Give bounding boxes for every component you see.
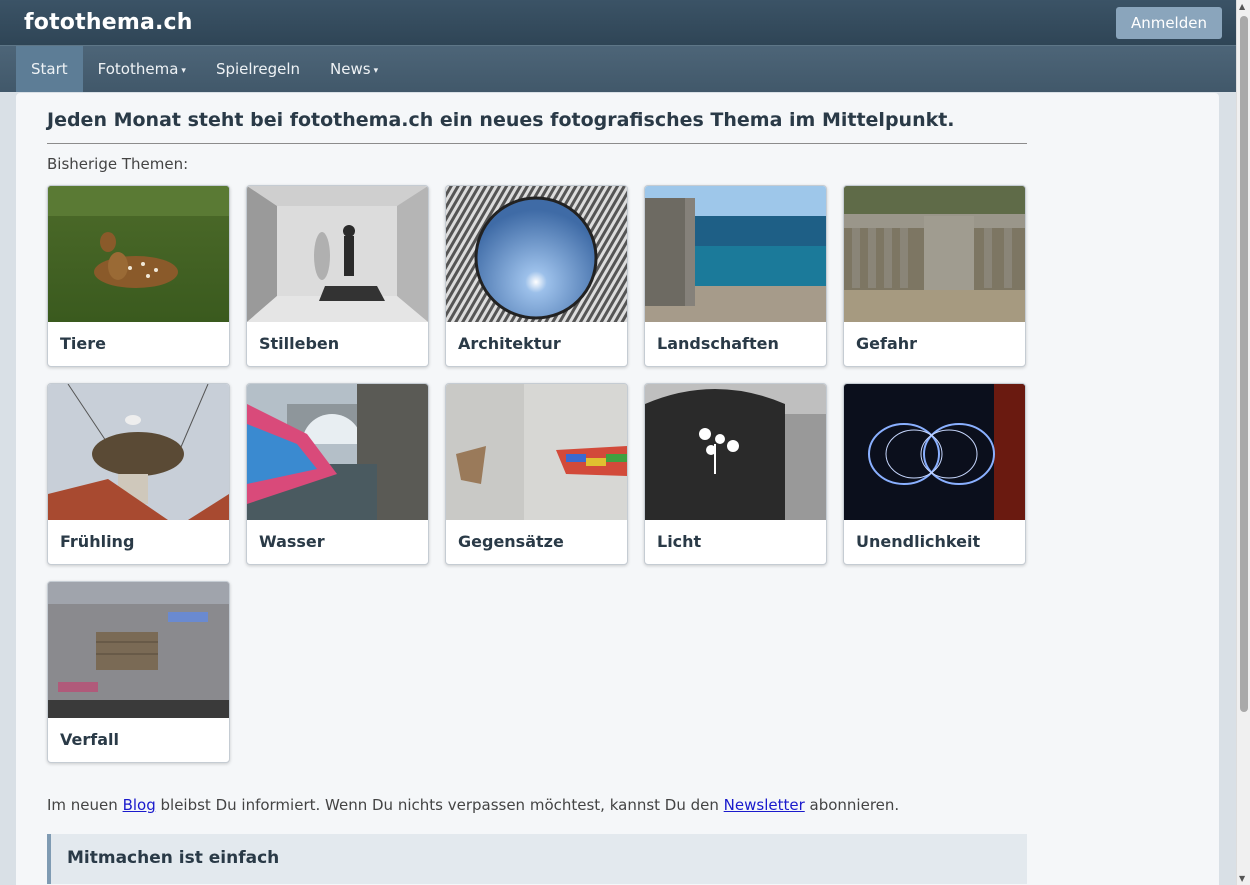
theme-thumbnail bbox=[48, 186, 229, 322]
caret-down-icon: ▾ bbox=[181, 66, 186, 76]
theme-card-label: Architektur bbox=[458, 334, 561, 353]
theme-thumbnail bbox=[844, 186, 1025, 322]
theme-card-label: Frühling bbox=[60, 532, 135, 551]
theme-card-landschaften[interactable]: Landschaften bbox=[644, 185, 827, 367]
blog-link[interactable]: Blog bbox=[123, 796, 156, 814]
theme-thumbnail bbox=[446, 384, 627, 520]
vertical-scrollbar[interactable]: ▲ ▼ bbox=[1236, 0, 1250, 885]
theme-card-gegensaetze[interactable]: Gegensätze bbox=[445, 383, 628, 565]
theme-thumbnail bbox=[446, 186, 627, 322]
nav-item-news[interactable]: News ▾ bbox=[315, 46, 393, 92]
main-nav: Start Fotothema ▾ Spielregeln News ▾ bbox=[0, 45, 1236, 92]
nav-item-label: Spielregeln bbox=[215, 60, 301, 78]
callout-title: Mitmachen ist einfach bbox=[67, 848, 280, 868]
nav-item-start[interactable]: Start bbox=[16, 46, 83, 92]
login-button[interactable]: Anmelden bbox=[1115, 6, 1222, 39]
info-text-part: Im neuen bbox=[47, 796, 123, 814]
theme-thumbnail bbox=[247, 384, 428, 520]
theme-card-architektur[interactable]: Architektur bbox=[445, 185, 628, 367]
nav-item-label: News bbox=[330, 60, 371, 78]
theme-thumbnail bbox=[844, 384, 1025, 520]
info-text: Im neuen Blog bleibst Du informiert. Wen… bbox=[47, 796, 1188, 814]
themes-grid: Tiere Stilleben Architektur Landschaften… bbox=[47, 185, 1027, 763]
theme-card-label: Licht bbox=[657, 532, 702, 551]
newsletter-link[interactable]: Newsletter bbox=[724, 796, 805, 814]
top-bar: fotothema.ch Anmelden bbox=[0, 0, 1236, 45]
theme-thumbnail bbox=[645, 186, 826, 322]
theme-thumbnail bbox=[645, 384, 826, 520]
theme-card-label: Tiere bbox=[60, 334, 106, 353]
theme-card-verfall[interactable]: Verfall bbox=[47, 581, 230, 763]
scrollbar-thumb[interactable] bbox=[1240, 16, 1248, 712]
theme-card-label: Landschaften bbox=[657, 334, 779, 353]
theme-card-wasser[interactable]: Wasser bbox=[246, 383, 429, 565]
theme-thumbnail bbox=[247, 186, 428, 322]
caret-down-icon: ▾ bbox=[373, 66, 379, 76]
nav-item-label: Fotothema bbox=[97, 60, 179, 78]
theme-card-gefahr[interactable]: Gefahr bbox=[843, 185, 1026, 367]
main-content: Jeden Monat steht bei fotothema.ch ein n… bbox=[16, 93, 1219, 885]
theme-thumbnail bbox=[48, 384, 229, 520]
theme-card-unendlichkeit[interactable]: Unendlichkeit bbox=[843, 383, 1026, 565]
theme-card-tiere[interactable]: Tiere bbox=[47, 185, 230, 367]
theme-card-label: Gefahr bbox=[856, 334, 918, 353]
themes-subheading: Bisherige Themen: bbox=[47, 155, 189, 173]
page-headline: Jeden Monat steht bei fotothema.ch ein n… bbox=[47, 109, 1027, 144]
theme-card-licht[interactable]: Licht bbox=[644, 383, 827, 565]
theme-card-stilleben[interactable]: Stilleben bbox=[246, 185, 429, 367]
theme-card-label: Stilleben bbox=[259, 334, 340, 353]
theme-card-fruehling[interactable]: Frühling bbox=[47, 383, 230, 565]
nav-item-label: Start bbox=[31, 60, 68, 78]
theme-card-label: Verfall bbox=[60, 730, 119, 749]
scroll-up-icon[interactable]: ▲ bbox=[1239, 2, 1245, 11]
callout-box: Mitmachen ist einfach bbox=[47, 834, 1027, 884]
scroll-down-icon[interactable]: ▼ bbox=[1239, 874, 1245, 883]
nav-item-fotothema[interactable]: Fotothema ▾ bbox=[83, 46, 201, 92]
info-text-part: bleibst Du informiert. Wenn Du nichts ve… bbox=[155, 796, 724, 814]
theme-thumbnail bbox=[48, 582, 229, 718]
info-text-part: abonnieren. bbox=[804, 796, 900, 814]
theme-card-label: Gegensätze bbox=[458, 532, 564, 551]
theme-card-label: Unendlichkeit bbox=[856, 532, 981, 551]
theme-card-label: Wasser bbox=[259, 532, 325, 551]
nav-item-spielregeln[interactable]: Spielregeln bbox=[201, 46, 315, 92]
site-logo[interactable]: fotothema.ch bbox=[24, 10, 193, 35]
